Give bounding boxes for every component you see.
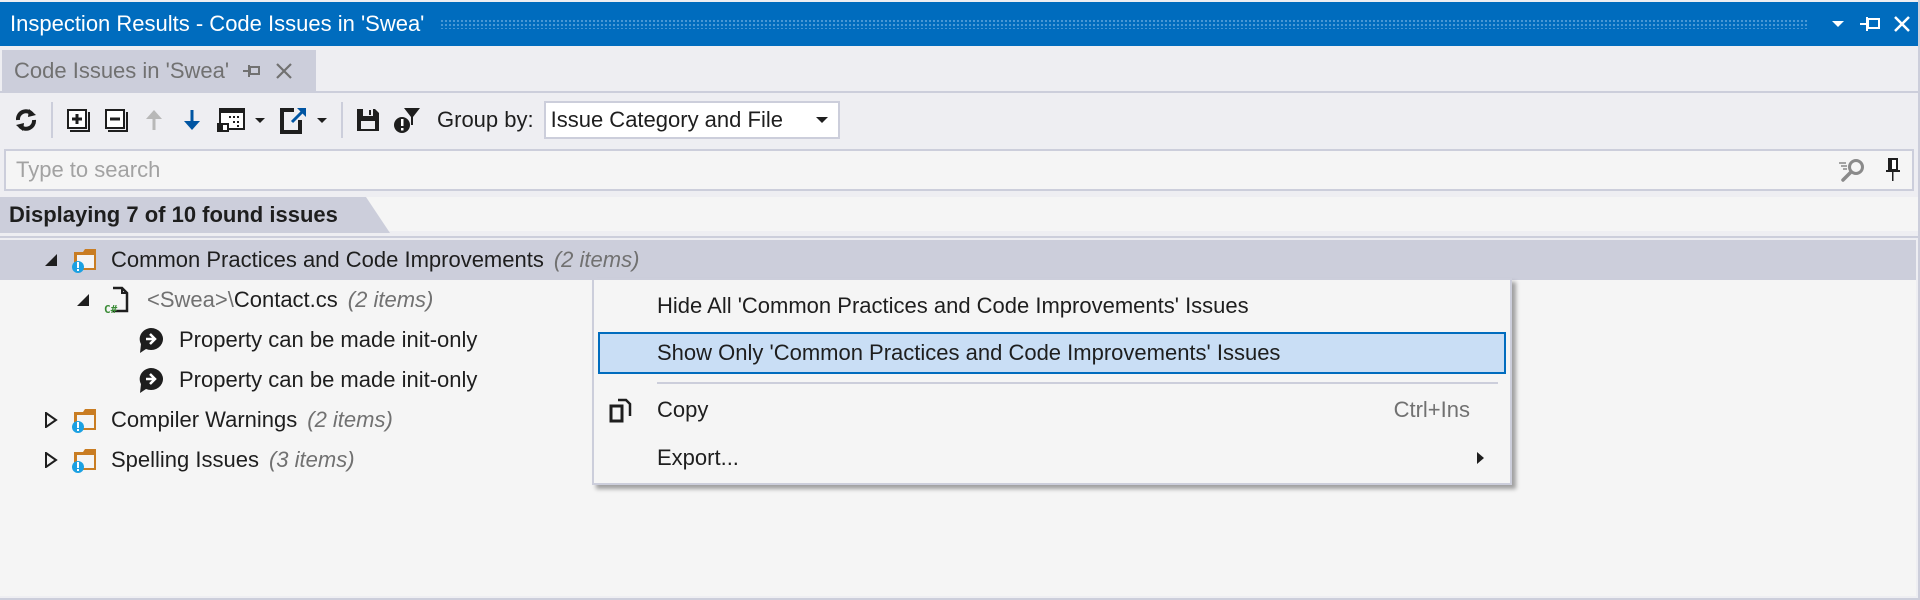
export-button[interactable]	[278, 102, 330, 138]
node-count: (2 items)	[347, 287, 434, 312]
menu-item-hide-all[interactable]: Hide All 'Common Practices and Code Impr…	[598, 286, 1506, 326]
close-icon	[1894, 16, 1910, 32]
save-icon	[357, 109, 379, 131]
filter-issues-button[interactable]	[392, 102, 422, 138]
search-icon	[1839, 159, 1864, 182]
menu-item-label: Hide All 'Common Practices and Code Impr…	[657, 293, 1249, 318]
group-by-dropdown[interactable]: Issue Category and File	[543, 101, 840, 139]
tab-pin-button[interactable]	[243, 64, 261, 78]
arrow-down-icon	[184, 110, 200, 130]
expander-collapsed-icon[interactable]	[41, 452, 61, 468]
category-folder-icon	[71, 446, 99, 474]
search-input[interactable]	[6, 156, 1838, 184]
filter-severity-icon	[394, 108, 420, 133]
save-button[interactable]	[354, 102, 382, 138]
pushpin-icon	[1886, 158, 1900, 181]
node-count: (2 items)	[307, 407, 393, 432]
group-by-label: Group by:	[437, 107, 534, 132]
expand-all-button[interactable]	[64, 102, 92, 138]
expander-collapsed-icon[interactable]	[41, 412, 61, 428]
toolbar-separator	[341, 102, 343, 138]
refresh-icon	[16, 109, 36, 131]
submenu-arrow-icon	[1477, 452, 1484, 464]
next-issue-button[interactable]	[178, 102, 206, 138]
tab-underline	[0, 91, 1918, 93]
search-options-button[interactable]	[1838, 156, 1866, 184]
pin-icon	[243, 64, 261, 77]
tab-code-issues[interactable]: Code Issues in 'Swea'	[2, 50, 316, 91]
previous-issue-button[interactable]	[140, 102, 168, 138]
divider	[0, 236, 1918, 238]
collapse-all-button[interactable]	[102, 102, 130, 138]
chevron-down-icon	[255, 118, 265, 123]
tab-row: Code Issues in 'Swea'	[0, 50, 1918, 93]
menu-item-show-only[interactable]: Show Only 'Common Practices and Code Imp…	[598, 332, 1506, 374]
expander-expanded-icon[interactable]	[41, 253, 61, 267]
tab-label: Code Issues in 'Swea'	[14, 57, 230, 83]
menu-item-export[interactable]: Export...	[598, 438, 1506, 478]
copy-icon	[608, 398, 636, 430]
search-box	[4, 149, 1914, 191]
drag-grip[interactable]	[440, 19, 1808, 29]
chevron-down-icon	[317, 118, 327, 123]
context-menu: Hide All 'Common Practices and Code Impr…	[592, 278, 1512, 485]
export-icon	[280, 108, 306, 134]
chevron-down-icon	[1832, 21, 1844, 27]
columns-icon	[217, 108, 245, 132]
issues-count-status: Displaying 7 of 10 found issues	[9, 202, 338, 227]
category-folder-icon	[71, 406, 99, 434]
menu-item-copy[interactable]: Copy Ctrl+Ins	[598, 390, 1506, 430]
menu-item-label: Export...	[657, 445, 739, 470]
category-folder-icon	[71, 246, 99, 274]
csharp-file-icon: C#	[103, 285, 131, 315]
suggestion-icon	[137, 326, 165, 354]
tree-node-category[interactable]: Common Practices and Code Improvements (…	[0, 240, 1916, 280]
node-label: Contact.cs	[233, 287, 338, 312]
menu-item-label: Show Only 'Common Practices and Code Imp…	[657, 340, 1281, 365]
toolbar: Group by: Issue Category and File	[0, 95, 1918, 145]
pin-icon	[1860, 17, 1880, 31]
close-icon	[276, 62, 292, 79]
arrow-up-icon	[146, 110, 162, 130]
close-window-button[interactable]	[1886, 8, 1918, 40]
node-label: Property can be made init-only	[179, 327, 478, 352]
node-label: Property can be made init-only	[179, 367, 478, 392]
tool-window-title-bar: Inspection Results - Code Issues in 'Swe…	[0, 2, 1918, 46]
toolbar-separator	[51, 102, 53, 138]
menu-item-shortcut: Ctrl+Ins	[1393, 397, 1470, 422]
file-path-prefix: <Swea>\	[147, 287, 234, 312]
menu-separator	[657, 382, 1498, 384]
menu-item-label: Copy	[657, 397, 709, 422]
chevron-down-icon	[815, 117, 828, 123]
auto-hide-button[interactable]	[1854, 8, 1886, 40]
svg-text:C#: C#	[104, 303, 118, 315]
collapse-all-icon	[105, 109, 128, 132]
pin-search-button[interactable]	[1884, 157, 1902, 183]
window-position-dropdown-button[interactable]	[1822, 8, 1854, 40]
refresh-button[interactable]	[12, 102, 40, 138]
node-label: Spelling Issues	[111, 447, 259, 472]
node-label: Common Practices and Code Improvements	[111, 247, 544, 272]
window-title: Inspection Results - Code Issues in 'Swe…	[10, 11, 425, 36]
suggestion-icon	[137, 366, 165, 394]
expander-expanded-icon[interactable]	[73, 293, 93, 307]
status-band: Displaying 7 of 10 found issues	[0, 197, 1918, 233]
node-label: Compiler Warnings	[111, 407, 298, 432]
node-count: (3 items)	[268, 447, 355, 472]
tab-close-button[interactable]	[275, 62, 293, 80]
group-by-value: Issue Category and File	[550, 107, 783, 132]
columns-button[interactable]	[216, 102, 268, 138]
expand-all-icon	[67, 109, 90, 132]
node-count: (2 items)	[553, 247, 640, 272]
